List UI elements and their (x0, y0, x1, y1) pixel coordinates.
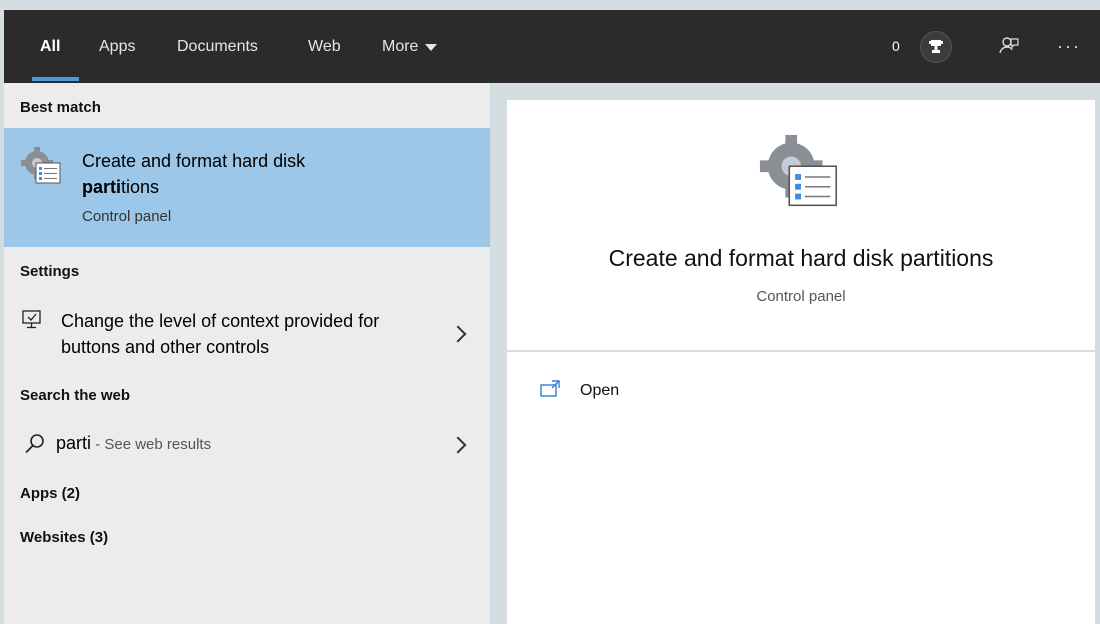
chevron-right-icon[interactable] (449, 325, 467, 343)
tab-all-label: All (40, 37, 61, 55)
gear-glyph (21, 147, 61, 184)
tab-documents[interactable]: Documents (177, 10, 258, 83)
preview-header: Create and format hard disk partitions C… (507, 100, 1095, 350)
tab-all[interactable]: All (40, 10, 60, 83)
open-window-icon (540, 380, 562, 405)
web-search-hint: - See web results (91, 436, 212, 453)
preview-actions: Open (507, 352, 1095, 624)
feedback-icon[interactable] (994, 30, 1024, 62)
settings-heading: Settings (20, 263, 80, 280)
tab-more[interactable]: More (382, 10, 438, 83)
control-panel-gear-icon (758, 133, 844, 224)
tab-apps[interactable]: Apps (99, 10, 135, 83)
preview-title: Create and format hard disk partitions (608, 245, 994, 271)
ellipsis-glyph: ··· (1057, 35, 1081, 56)
best-match-subtitle: Control panel (82, 208, 172, 225)
best-match-heading: Best match (20, 99, 101, 116)
websites-heading[interactable]: Websites (3) (20, 529, 108, 546)
preview-subtitle: Control panel (756, 288, 846, 305)
results-pane: Best match Create and format hard disk p… (4, 83, 490, 624)
ease-of-access-icon (20, 308, 44, 337)
open-action[interactable]: Open (527, 372, 727, 412)
search-icon (24, 433, 46, 460)
tab-more-label: More (382, 37, 419, 55)
trophy-glyph (929, 40, 943, 53)
search-web-heading: Search the web (20, 387, 131, 404)
caret-down-icon (425, 44, 438, 51)
search-scope-bar: All Apps Documents Web More 0 ··· (4, 10, 1100, 83)
settings-result-label: Change the level of context provided for… (61, 311, 380, 357)
web-search-query: parti (56, 433, 92, 453)
best-match-title: Create and format hard disk partitions (82, 148, 412, 200)
best-match-title-highlight: parti (82, 177, 122, 197)
ellipsis-icon[interactable]: ··· (1054, 30, 1084, 62)
magnifier-glyph (25, 434, 44, 454)
open-action-label: Open (580, 382, 620, 399)
tab-web-label: Web (308, 37, 341, 55)
trophy-icon[interactable] (920, 31, 952, 63)
control-panel-gear-icon (20, 146, 64, 195)
web-search-text: parti - See web results (56, 433, 211, 454)
best-match-result[interactable]: Create and format hard disk partitions C… (4, 128, 490, 247)
best-match-title-prefix: Create and format hard disk (82, 151, 306, 171)
gear-glyph-large (759, 134, 837, 207)
best-match-title-suffix: tions (121, 177, 160, 197)
active-tab-indicator (32, 77, 79, 81)
apps-heading[interactable]: Apps (2) (20, 485, 80, 502)
monitor-check-glyph (22, 310, 41, 329)
rewards-points: 0 (892, 38, 900, 54)
tab-web[interactable]: Web (308, 10, 341, 83)
open-window-glyph (540, 380, 560, 397)
feedback-glyph (999, 37, 1019, 54)
tab-apps-label: Apps (99, 37, 136, 55)
chevron-right-icon[interactable] (449, 436, 467, 454)
tab-documents-label: Documents (177, 37, 258, 55)
